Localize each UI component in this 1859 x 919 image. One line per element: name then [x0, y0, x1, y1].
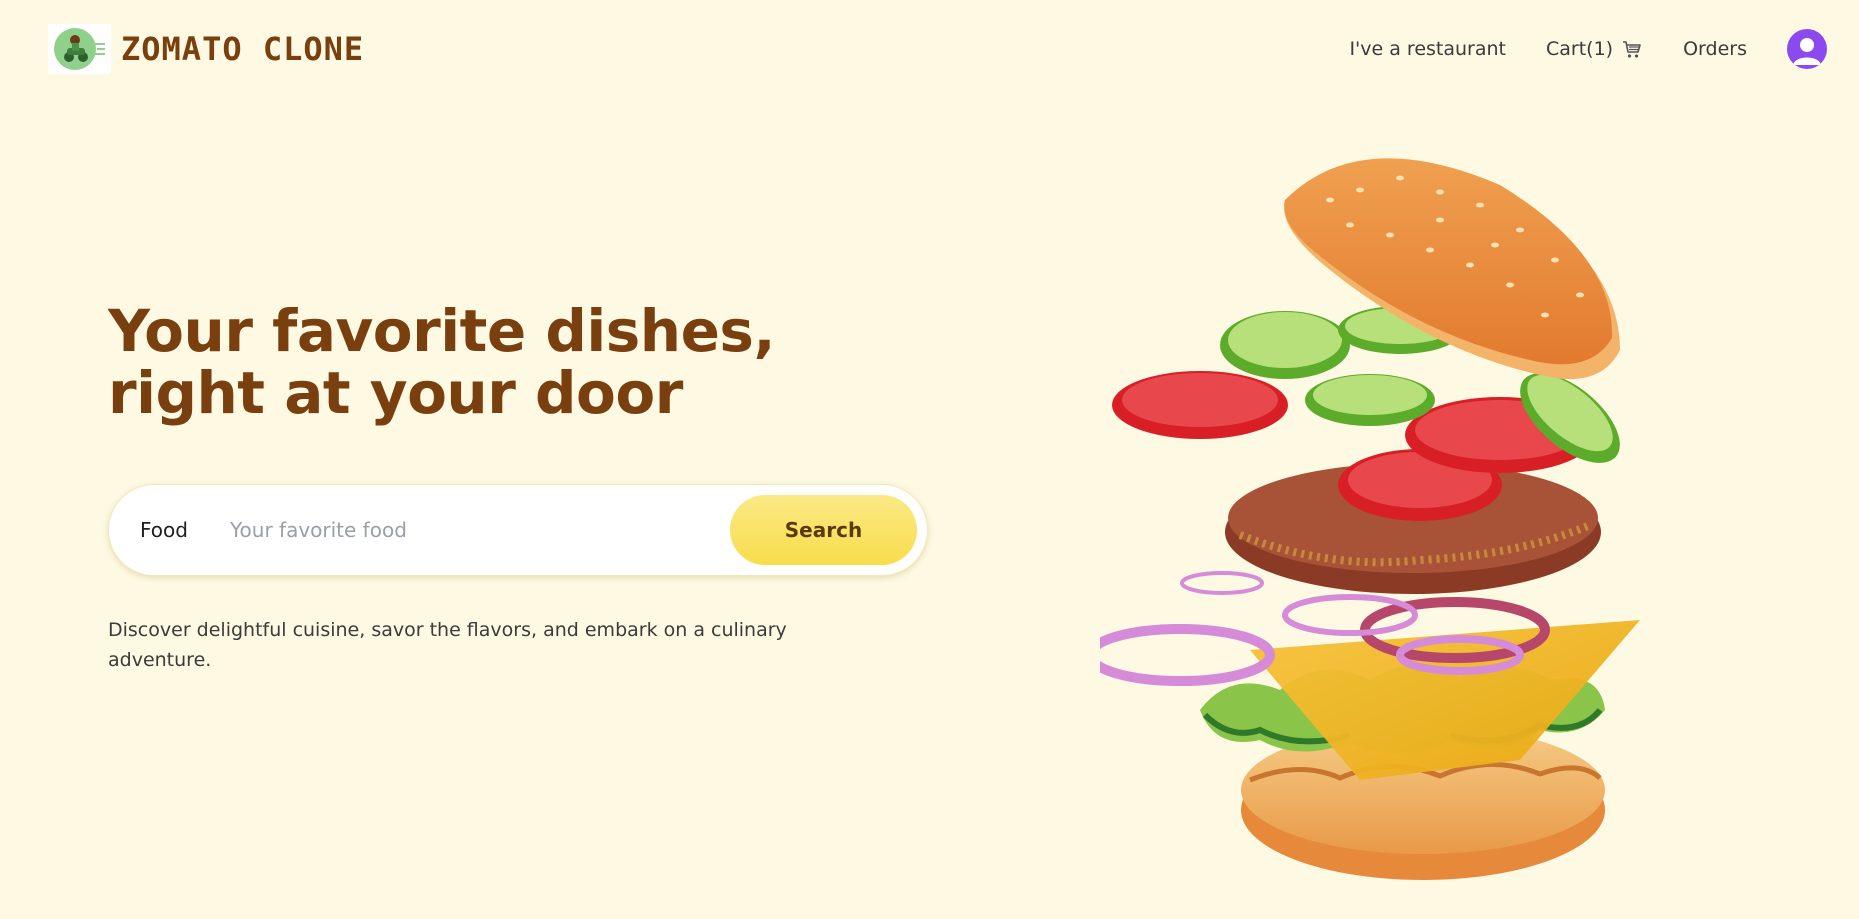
- search-input[interactable]: [227, 517, 730, 543]
- hero-title: Your favorite dishes, right at your door: [108, 300, 828, 424]
- hero-title-line-1: Your favorite dishes,: [108, 297, 775, 365]
- cart-icon: [1621, 38, 1643, 60]
- cart-link-label: Cart(1): [1546, 38, 1614, 60]
- restaurant-link[interactable]: I've a restaurant: [1349, 38, 1506, 60]
- burger-illustration: [1085, 150, 1660, 894]
- search-bar: Food Search: [108, 484, 928, 576]
- hero-subtitle: Discover delightful cuisine, savor the f…: [108, 619, 787, 671]
- hero-title-line-2: right at your door: [108, 359, 683, 427]
- restaurant-link-label: I've a restaurant: [1349, 38, 1506, 60]
- cart-link[interactable]: Cart(1): [1546, 38, 1643, 60]
- search-button[interactable]: Search: [730, 495, 917, 565]
- brand-title[interactable]: ZOMATO CLONE: [121, 30, 364, 68]
- user-avatar-icon[interactable]: [1787, 29, 1827, 69]
- orders-link[interactable]: Orders: [1683, 38, 1747, 60]
- top-nav: I've a restaurant Cart(1) Orders: [1309, 29, 1827, 69]
- logo-icon[interactable]: [48, 24, 111, 74]
- landing-page: ZOMATO CLONE I've a restaurant Cart(1) O…: [0, 0, 1859, 919]
- orders-link-label: Orders: [1683, 38, 1747, 60]
- search-category-label[interactable]: Food: [140, 518, 188, 542]
